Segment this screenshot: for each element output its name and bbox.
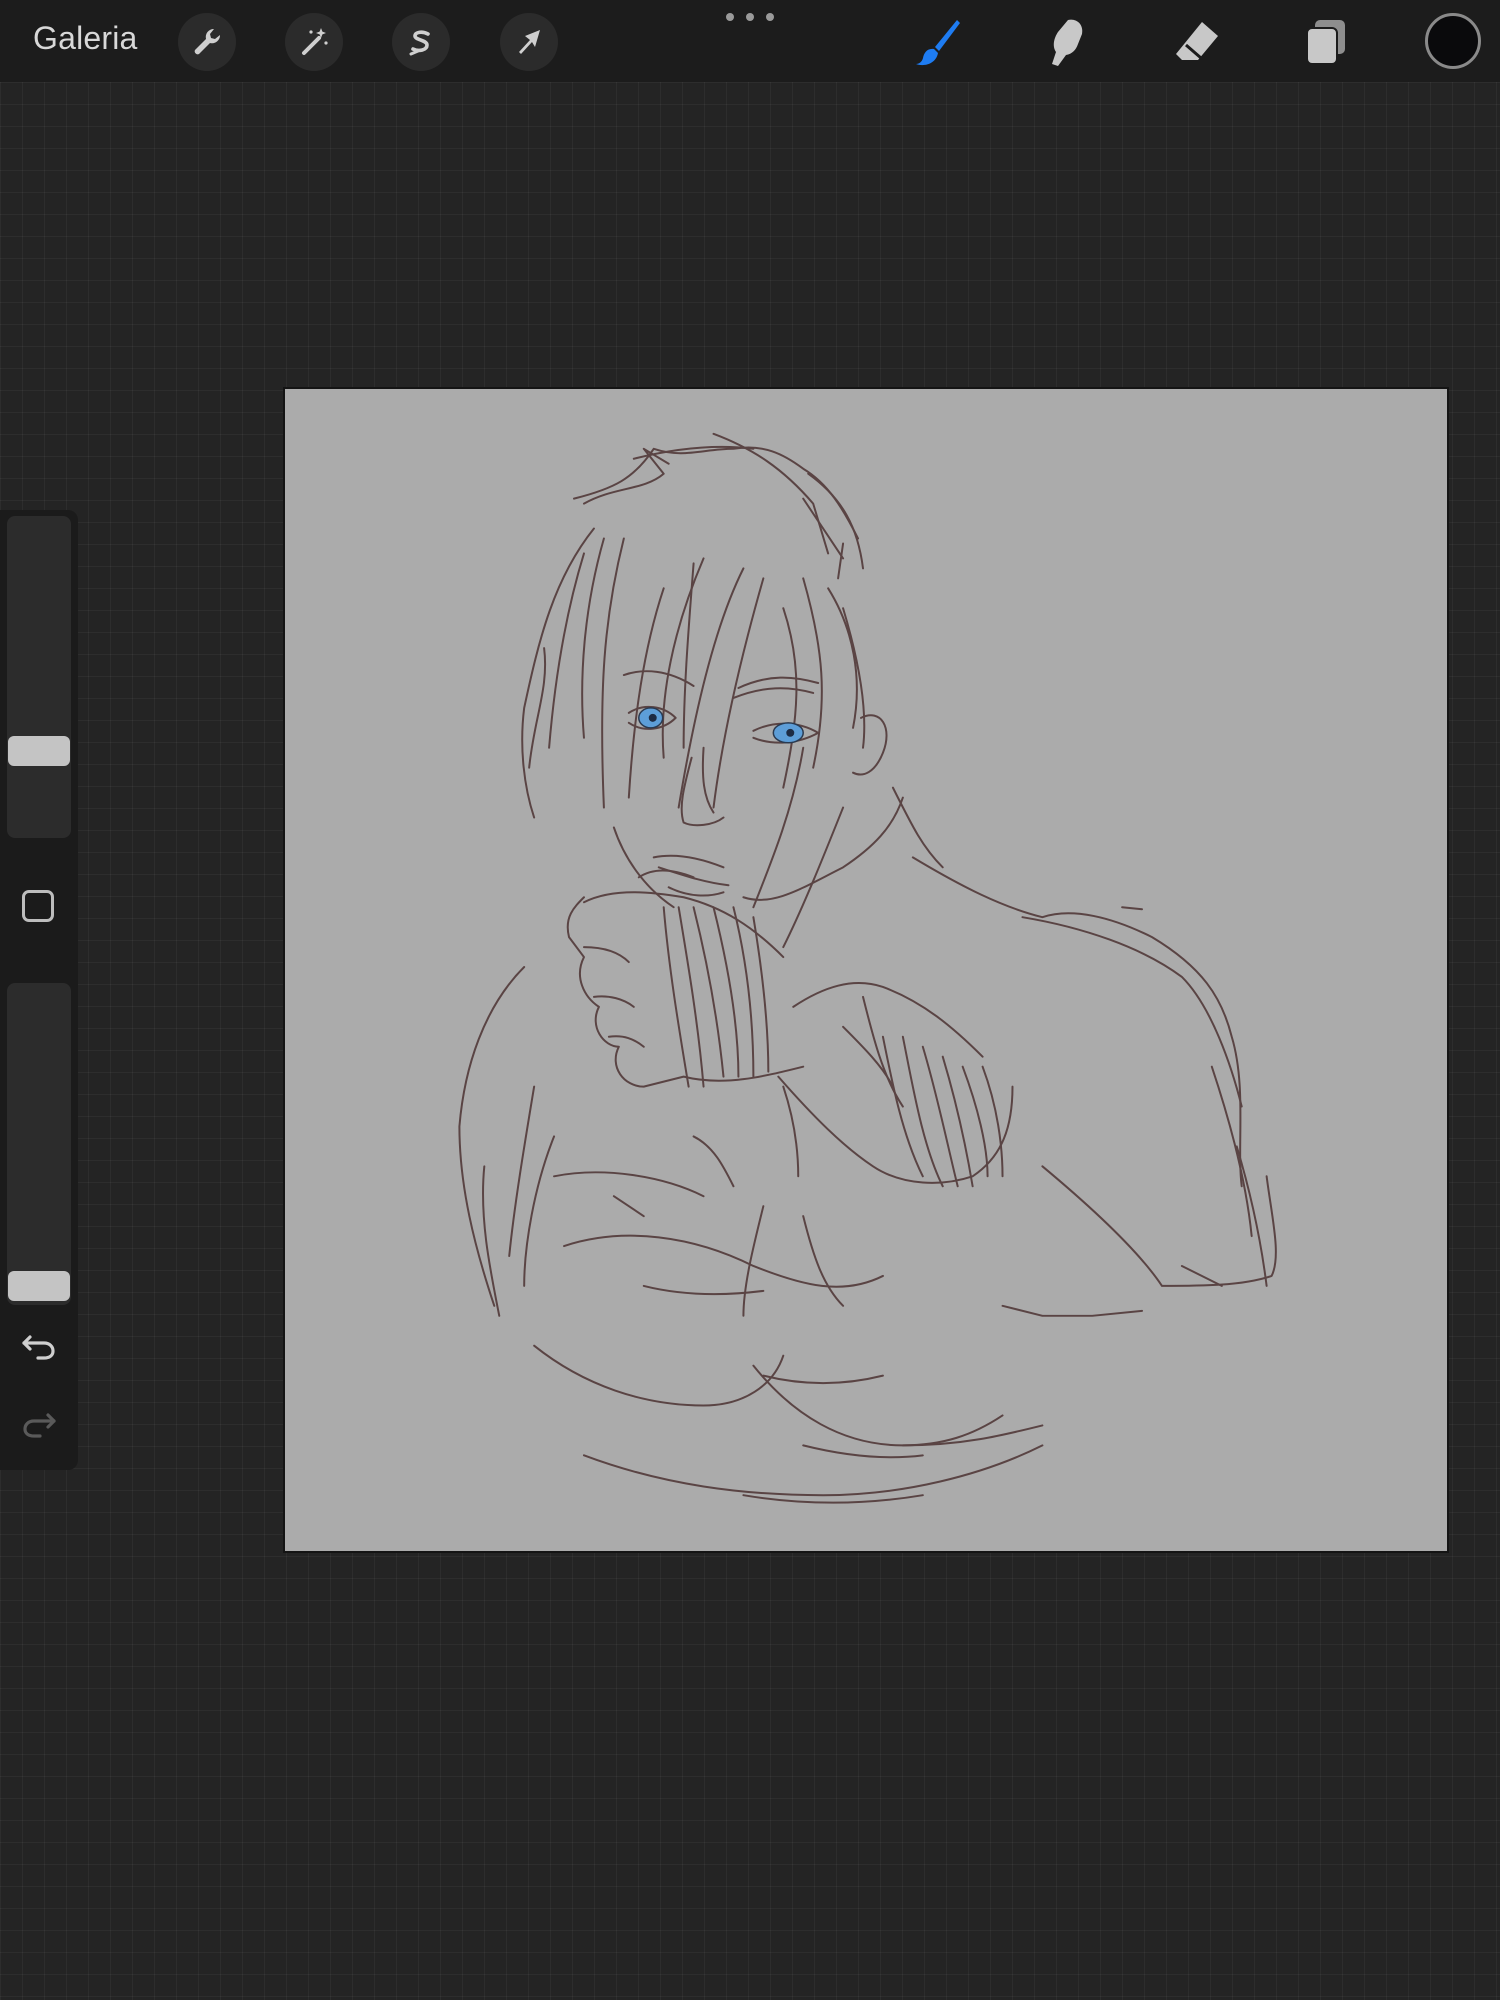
magic-wand-icon [302, 28, 328, 55]
brush-icon [916, 20, 960, 66]
gallery-button[interactable]: Galeria [33, 20, 138, 57]
actions-button[interactable] [178, 13, 236, 71]
opacity-slider[interactable] [7, 983, 71, 1305]
more-dots-icon [726, 13, 734, 21]
brush-size-slider[interactable] [7, 516, 71, 838]
layers-button[interactable] [1294, 10, 1358, 74]
sketch-artwork [458, 432, 1277, 1504]
drawing-canvas[interactable] [283, 387, 1449, 1553]
wrench-icon [194, 28, 221, 55]
brush-tool-button[interactable] [906, 10, 970, 74]
smudge-finger-icon [1052, 19, 1083, 66]
adjustments-button[interactable] [285, 13, 343, 71]
opacity-thumb[interactable] [8, 1271, 70, 1301]
transform-button[interactable] [500, 13, 558, 71]
selection-s-icon [409, 30, 430, 56]
square-modify-icon[interactable] [22, 890, 54, 922]
layers-icon [1306, 20, 1345, 65]
left-sidebar [0, 510, 78, 1470]
brush-size-thumb[interactable] [8, 735, 70, 766]
redo-icon[interactable] [18, 1403, 60, 1445]
top-toolbar: Galeria [0, 0, 1500, 82]
more-menu-button[interactable] [726, 8, 774, 26]
undo-icon[interactable] [18, 1325, 60, 1367]
eraser-icon [1176, 22, 1218, 60]
color-picker-button[interactable] [1425, 13, 1481, 69]
procreate-workspace: Galeria [0, 0, 1500, 2000]
smudge-tool-button[interactable] [1034, 10, 1098, 74]
selection-button[interactable] [392, 13, 450, 71]
eraser-tool-button[interactable] [1164, 10, 1228, 74]
arrow-cursor-icon [519, 30, 540, 54]
